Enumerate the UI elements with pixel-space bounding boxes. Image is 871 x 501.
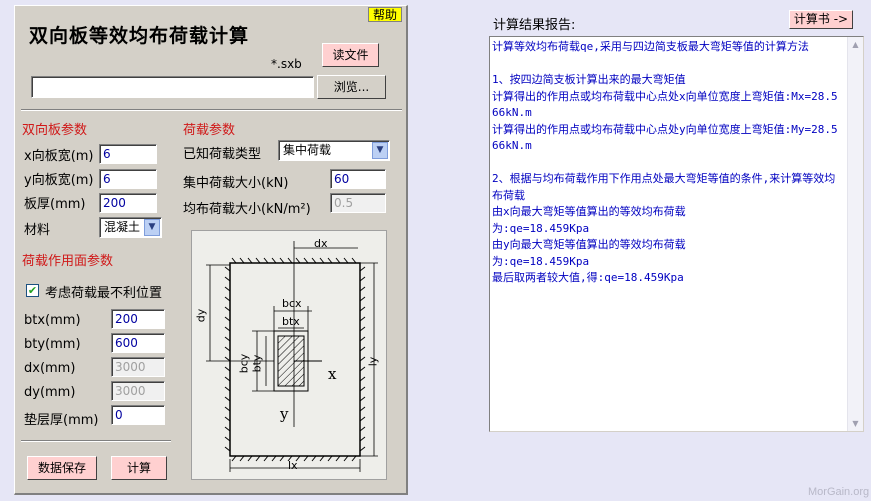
dy-label: dy(mm) (24, 385, 76, 400)
help-button[interactable]: 帮助 (368, 7, 403, 22)
lx-dim-label: lx (288, 459, 298, 472)
surface-params-title: 荷载作用面参数 (22, 254, 114, 269)
cushion-thickness-label: 垫层厚(mm) (24, 413, 99, 428)
bcy-dim-label: bcy (237, 353, 251, 374)
report-label: 计算结果报告: (493, 18, 576, 33)
dx-label: dx(mm) (24, 361, 76, 376)
x-width-input[interactable]: 6 (99, 144, 157, 164)
report-text: 计算等效均布荷载qe,采用与四边简支板最大弯矩等值的计算方法 1、按四边简支板计… (492, 40, 838, 284)
browse-button[interactable]: 浏览... (317, 75, 386, 99)
scroll-up-icon[interactable]: ▲ (848, 37, 863, 52)
plate-diagram-svg (206, 241, 378, 472)
cushion-thickness-input[interactable]: 0 (111, 405, 165, 425)
y-width-input[interactable]: 6 (99, 169, 157, 189)
known-load-type-label: 已知荷载类型 (183, 147, 262, 162)
load-type-select[interactable]: 集中荷载 ▼ (278, 140, 390, 161)
worst-position-label: 考虑荷载最不利位置 (45, 286, 163, 301)
x-axis-label: x (328, 365, 337, 383)
dy-dim-label: dy (194, 308, 208, 323)
file-path-input[interactable] (31, 76, 314, 98)
calc-book-button[interactable]: 计算书 -> (789, 10, 853, 29)
watermark: MorGain.org (808, 486, 870, 498)
report-textarea[interactable]: 计算等效均布荷载qe,采用与四边简支板最大弯矩等值的计算方法 1、按四边简支板计… (489, 36, 864, 432)
bty-input[interactable]: 600 (111, 333, 165, 353)
btx-input[interactable]: 200 (111, 309, 165, 329)
x-width-label: x向板宽(m) (24, 149, 94, 164)
btx-label: btx(mm) (24, 313, 81, 328)
scroll-down-icon[interactable]: ▼ (848, 416, 863, 431)
ly-dim-label: ly (366, 356, 380, 367)
dx-dim-label: dx (314, 237, 328, 250)
read-file-button[interactable]: 读文件 (322, 43, 379, 67)
thickness-label: 板厚(mm) (24, 197, 86, 212)
chevron-down-icon: ▼ (144, 219, 160, 236)
bty-label: bty(mm) (24, 337, 81, 352)
worst-position-checkbox[interactable]: ✔ (26, 284, 39, 297)
file-extension-label: *.sxb (271, 57, 302, 71)
material-value: 混凝土 (104, 220, 141, 234)
calculate-button[interactable]: 计算 (111, 456, 167, 480)
thickness-input[interactable]: 200 (99, 193, 157, 213)
divider (21, 440, 171, 442)
y-width-label: y向板宽(m) (24, 173, 94, 188)
dy-input[interactable]: 3000 (111, 381, 165, 401)
divider (21, 109, 402, 111)
material-select[interactable]: 混凝土 ▼ (99, 217, 162, 238)
y-axis-label: y (280, 405, 289, 423)
plate-diagram: dx dy bcx btx bcy bty ly lx x y (191, 230, 387, 480)
btx-dim-label: btx (282, 315, 300, 328)
save-data-button[interactable]: 数据保存 (27, 456, 97, 480)
distributed-load-input[interactable]: 0.5 (330, 193, 386, 213)
concentrated-load-input[interactable]: 60 (330, 169, 386, 189)
bty-dim-label: bty (250, 354, 264, 373)
material-label: 材料 (24, 223, 51, 238)
dx-input[interactable]: 3000 (111, 357, 165, 377)
load-type-value: 集中荷载 (283, 143, 332, 157)
concentrated-load-label: 集中荷载大小(kN) (183, 176, 289, 191)
report-scrollbar[interactable]: ▲ ▼ (847, 37, 863, 431)
chevron-down-icon: ▼ (372, 142, 388, 159)
bcx-dim-label: bcx (282, 297, 302, 310)
input-panel: 帮助 双向板等效均布荷载计算 *.sxb 读文件 浏览... 双向板参数 x向板… (14, 5, 408, 495)
app-title: 双向板等效均布荷载计算 (29, 25, 250, 47)
distributed-load-label: 均布荷载大小(kN/m²) (183, 202, 311, 217)
plate-params-title: 双向板参数 (22, 123, 88, 138)
load-params-title: 荷载参数 (183, 123, 236, 138)
